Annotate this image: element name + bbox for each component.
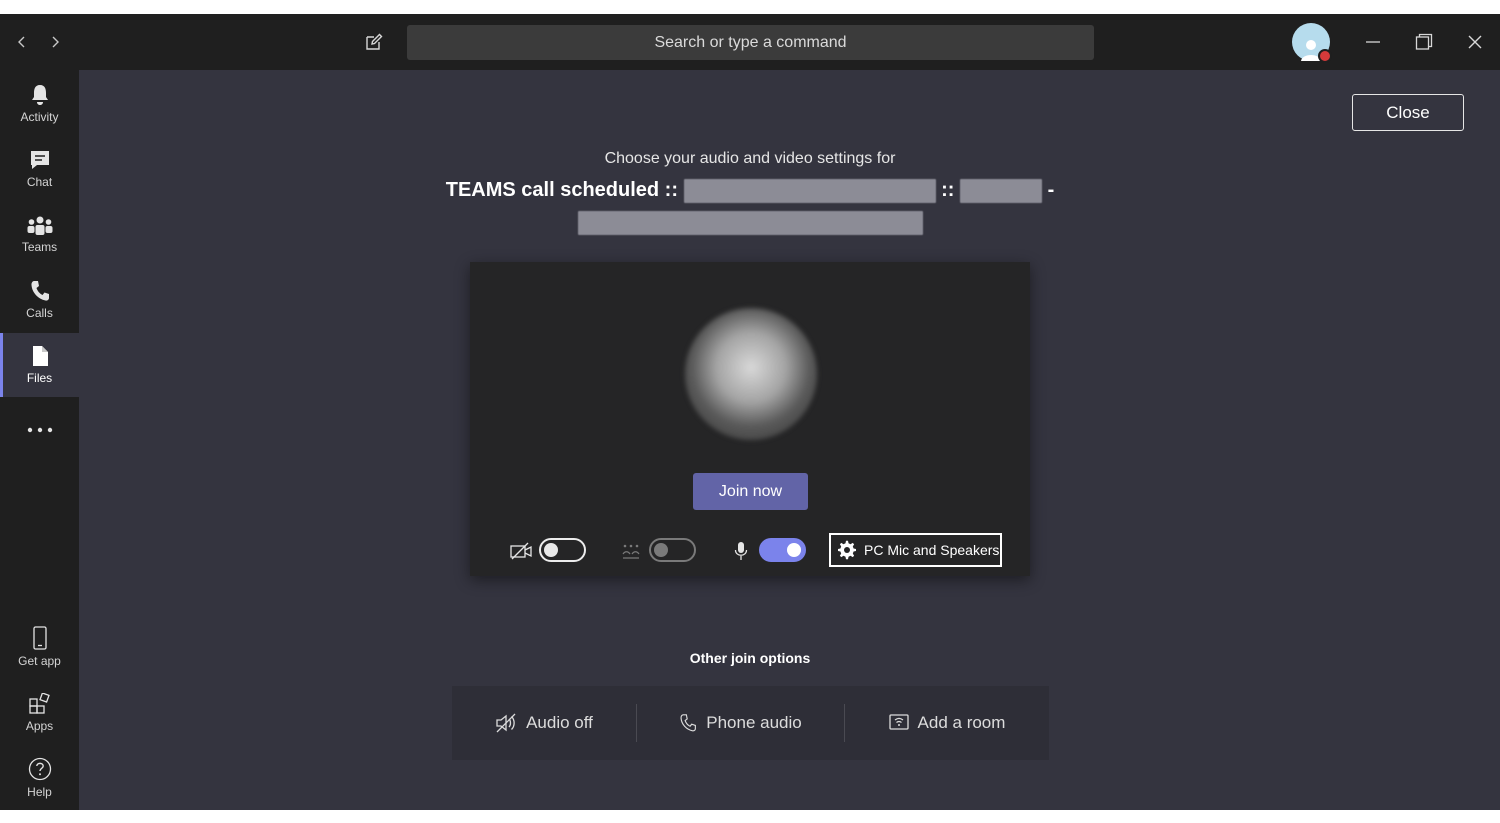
apps-icon xyxy=(28,693,50,714)
rail-label: Chat xyxy=(26,175,53,189)
meeting-title-prefix: TEAMS call scheduled :: xyxy=(445,179,678,201)
profile-avatar[interactable] xyxy=(1292,23,1332,63)
toggle-knob xyxy=(654,543,668,557)
help-icon xyxy=(28,757,51,781)
file-icon xyxy=(32,346,48,366)
rail-label: Activity xyxy=(20,110,59,124)
rail-label: Help xyxy=(27,785,52,799)
minimize-button[interactable] xyxy=(1357,26,1389,58)
back-button[interactable] xyxy=(8,28,36,56)
rail-item-help[interactable]: Help xyxy=(0,746,79,810)
option-label: Add a room xyxy=(917,713,1006,732)
phone-icon xyxy=(679,714,697,732)
search-placeholder: Search or type a command xyxy=(654,33,847,51)
presence-busy-icon xyxy=(1318,49,1332,63)
option-label: Phone audio xyxy=(706,713,802,732)
more-horizontal-icon xyxy=(27,427,52,433)
device-settings-label: PC Mic and Speakers xyxy=(864,542,1000,558)
video-preview: Join now PC Mic and Speakers xyxy=(470,262,1030,576)
new-chat-button[interactable] xyxy=(362,29,386,55)
rail-label: Calls xyxy=(26,306,53,320)
camera-toggle[interactable] xyxy=(539,538,586,562)
rail-item-apps[interactable]: Apps xyxy=(0,681,79,745)
minimize-icon xyxy=(1366,41,1380,43)
redacted-role xyxy=(577,210,923,235)
microphone-toggle[interactable] xyxy=(759,538,806,562)
user-avatar-photo xyxy=(685,308,817,440)
rail-label: Teams xyxy=(21,240,58,254)
add-room-option[interactable]: Add a room xyxy=(845,686,1049,760)
option-label: Audio off xyxy=(526,713,593,732)
forward-button[interactable] xyxy=(41,28,69,56)
mobile-icon xyxy=(32,626,47,650)
restore-button[interactable] xyxy=(1408,26,1440,58)
close-window-button[interactable] xyxy=(1459,26,1491,58)
redacted-id xyxy=(960,178,1043,203)
camera-off-icon xyxy=(510,540,532,562)
other-join-options: Audio off Phone audio Add a room xyxy=(452,686,1049,760)
rail-item-chat[interactable]: Chat xyxy=(0,137,79,201)
toggle-knob xyxy=(787,543,801,557)
chevron-left-icon xyxy=(18,36,25,48)
compose-icon xyxy=(366,33,383,50)
bell-icon xyxy=(31,85,48,105)
background-blur-toggle[interactable] xyxy=(649,538,696,562)
meeting-title: TEAMS call scheduled :: :: - xyxy=(400,175,1100,237)
chat-icon xyxy=(30,151,49,169)
settings-heading: Choose your audio and video settings for xyxy=(604,150,896,167)
device-settings-button[interactable]: PC Mic and Speakers xyxy=(829,533,1002,567)
close-button[interactable]: Close xyxy=(1352,94,1464,131)
rail-item-files[interactable]: Files xyxy=(0,333,79,397)
phone-audio-option[interactable]: Phone audio xyxy=(637,686,844,760)
chevron-right-icon xyxy=(52,36,59,48)
app-rail: Activity Chat Teams Calls Files Get app … xyxy=(0,70,79,810)
rail-more-button[interactable] xyxy=(0,398,79,462)
rail-item-calls[interactable]: Calls xyxy=(0,268,79,332)
rail-label: Apps xyxy=(25,719,54,733)
rail-item-teams[interactable]: Teams xyxy=(0,203,79,267)
other-join-options-label: Other join options xyxy=(689,650,811,666)
background-blur-icon xyxy=(620,540,642,562)
restore-icon xyxy=(1415,33,1433,50)
speaker-off-icon xyxy=(495,713,517,733)
rail-item-activity[interactable]: Activity xyxy=(0,72,79,136)
teams-window: Search or type a command Activity Chat T… xyxy=(0,14,1500,810)
redacted-name xyxy=(683,178,936,203)
meeting-title-separator: :: xyxy=(941,179,955,201)
audio-off-option[interactable]: Audio off xyxy=(452,686,636,760)
close-icon xyxy=(1468,35,1482,49)
phone-icon xyxy=(30,281,49,301)
search-input[interactable]: Search or type a command xyxy=(407,25,1094,60)
toggle-knob xyxy=(544,543,558,557)
teams-icon xyxy=(27,216,52,235)
rail-item-get-app[interactable]: Get app xyxy=(0,615,79,679)
meeting-title-dash: - xyxy=(1047,179,1055,201)
gear-icon xyxy=(837,540,857,560)
microphone-icon xyxy=(730,540,752,562)
join-now-button[interactable]: Join now xyxy=(693,473,808,510)
rail-label: Files xyxy=(26,371,53,385)
title-bar: Search or type a command xyxy=(0,14,1500,70)
room-icon xyxy=(888,714,909,732)
rail-label: Get app xyxy=(18,654,61,668)
